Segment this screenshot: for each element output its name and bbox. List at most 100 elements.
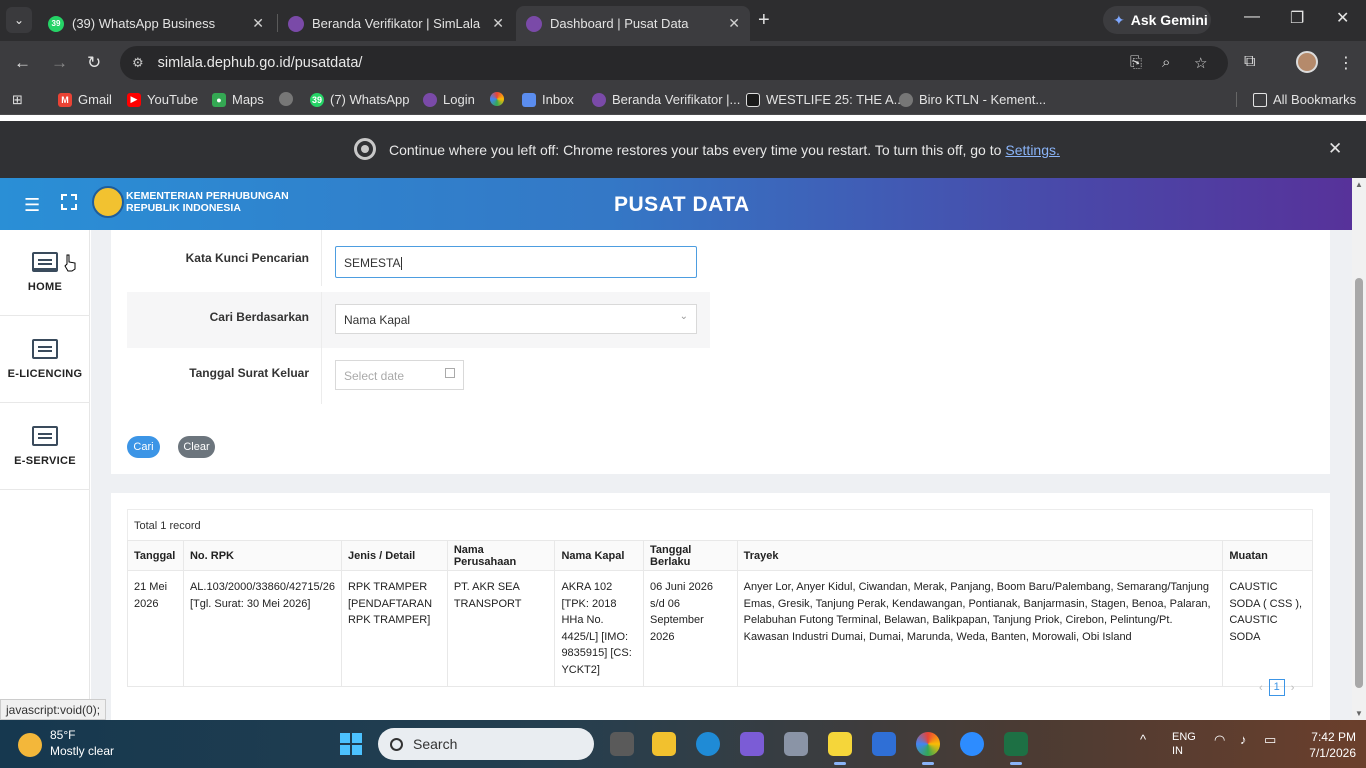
chevron-left-icon[interactable]: ‹ [1259, 682, 1263, 694]
weather-icon [18, 733, 42, 757]
task-view-icon[interactable] [610, 732, 634, 756]
column-header[interactable]: Muatan [1222, 540, 1313, 571]
ministry-name: KEMENTERIAN PERHUBUNGAN REPUBLIK INDONES… [126, 190, 289, 214]
tab-search-button[interactable]: ⌄ [6, 7, 32, 33]
keyword-input[interactable]: SEMESTA [335, 246, 697, 278]
column-header[interactable]: Trayek [736, 540, 1224, 571]
extensions-icon[interactable]: ⧉ [1244, 53, 1255, 71]
wifi-icon[interactable]: ◠ [1214, 732, 1225, 748]
column-header[interactable]: Nama Kapal [554, 540, 645, 571]
zoom-app-icon[interactable] [960, 732, 984, 756]
bookmark-westlife[interactable]: WESTLIFE 25: THE A... [746, 92, 904, 107]
column-header[interactable]: Nama Perusahaan [446, 540, 556, 571]
tab-pusat-data[interactable]: Dashboard | Pusat Data ✕ [516, 6, 750, 41]
address-bar[interactable]: ⚙ simlala.dephub.go.id/pusatdata/ ⎘ ⌕ ☆ [120, 46, 1228, 80]
settings-link[interactable]: Settings. [1005, 142, 1059, 158]
forward-icon[interactable]: → [51, 53, 68, 73]
app-icon[interactable] [740, 732, 764, 756]
battery-icon[interactable]: ▭ [1264, 732, 1276, 748]
lang-secondary: IN [1172, 745, 1183, 757]
sidebar-item-home[interactable]: HOME [0, 230, 90, 316]
sidebar-item-e-licencing[interactable]: E-LICENCING [0, 317, 90, 403]
language-indicator[interactable]: ENG IN [1172, 730, 1196, 758]
vertical-scrollbar[interactable]: ▲ ▼ [1352, 178, 1366, 720]
bookmark-youtube[interactable]: ▶ YouTube [127, 92, 198, 107]
column-header[interactable]: No. RPK [182, 540, 342, 571]
search-button[interactable]: Cari [127, 436, 160, 458]
edge-icon[interactable] [696, 732, 720, 756]
bookmark-login[interactable]: Login [423, 92, 475, 107]
ask-gemini-button[interactable]: ✦ Ask Gemini [1103, 6, 1211, 34]
searchby-select[interactable]: Nama Kapal ⌄ [335, 304, 697, 334]
back-icon[interactable]: ← [14, 53, 31, 73]
bookmark-star-icon[interactable]: ☆ [1194, 54, 1207, 72]
site-info-icon[interactable]: ⚙ [132, 55, 144, 71]
close-icon[interactable]: ✕ [728, 15, 740, 32]
chevron-right-icon[interactable]: › [1291, 682, 1295, 694]
bookmark-inbox[interactable]: Inbox [522, 92, 574, 107]
minimize-icon[interactable]: — [1244, 8, 1260, 26]
browser-toolbar: ← → ↻ ⚙ simlala.dephub.go.id/pusatdata/ … [0, 41, 1366, 85]
hamburger-icon[interactable]: ☰ [24, 195, 40, 216]
bookmark-photos[interactable] [490, 92, 510, 106]
divider [321, 348, 322, 404]
column-header[interactable]: Tanggal Berlaku [643, 540, 738, 571]
weather-text: Mostly clear [50, 744, 115, 758]
document-icon [32, 339, 58, 359]
bookmark-whatsapp[interactable]: 39 (7) WhatsApp [310, 92, 409, 107]
youtube-icon: ▶ [127, 92, 141, 107]
column-header[interactable]: Jenis / Detail [340, 540, 448, 571]
sticky-notes-icon[interactable] [828, 732, 852, 765]
windows-start-icon[interactable] [340, 733, 362, 755]
clear-button[interactable]: Clear [178, 436, 215, 458]
bookmarks-bar: ⊞ M Gmail ▶ YouTube ● Maps 39 (7) WhatsApp L… [0, 85, 1366, 115]
column-header[interactable]: Tanggal [127, 540, 184, 571]
weather-widget[interactable]: 85°F Mostly clear [18, 727, 114, 759]
clock[interactable]: 7:42 PM 7/1/2026 [1300, 729, 1356, 761]
all-bookmarks[interactable]: All Bookmarks [1236, 92, 1356, 107]
restore-icon[interactable]: ❐ [1290, 8, 1304, 28]
apps-icon[interactable]: ⊞ [12, 92, 23, 108]
scroll-down-icon[interactable]: ▼ [1355, 709, 1363, 718]
volume-icon[interactable]: ♪ [1240, 732, 1247, 747]
sidebar-item-e-service[interactable]: E-SERVICE [0, 404, 90, 490]
taskbar-search[interactable]: Search [378, 728, 594, 760]
chrome-icon[interactable] [916, 732, 940, 765]
new-tab-icon[interactable]: + [758, 9, 770, 32]
maps-icon: ● [212, 92, 226, 107]
install-app-icon[interactable]: ⎘ [1130, 54, 1142, 71]
camera-icon[interactable] [784, 732, 808, 756]
bookmark-biro-ktln[interactable]: Biro KTLN - Kement... [899, 92, 1046, 107]
tab-whatsapp[interactable]: 39 (39) WhatsApp Business ✕ [38, 6, 274, 41]
bookmark-globe[interactable] [279, 92, 299, 106]
menu-icon[interactable]: ⋮ [1338, 53, 1354, 73]
date-input[interactable]: Select date [335, 360, 464, 390]
bookmark-gmail[interactable]: M Gmail [58, 92, 112, 107]
site-icon [592, 92, 606, 107]
window-close-icon[interactable]: ✕ [1336, 8, 1349, 28]
infobar-text: Continue where you left off: Chrome rest… [389, 142, 1002, 158]
bookmark-maps[interactable]: ● Maps [212, 92, 264, 107]
excel-icon[interactable] [1004, 732, 1028, 765]
close-icon[interactable]: ✕ [1328, 139, 1342, 159]
close-icon[interactable]: ✕ [252, 15, 264, 32]
tray-chevron-icon[interactable]: ^ [1140, 732, 1146, 747]
bookmark-beranda[interactable]: Beranda Verifikator |... [592, 92, 740, 107]
divider [321, 230, 322, 286]
taskbar: 85°F Mostly clear Search ^ ENG IN ◠ ♪ ▭ … [0, 720, 1366, 768]
zoom-icon[interactable]: ⌕ [1162, 54, 1170, 71]
url-text[interactable]: simlala.dephub.go.id/pusatdata/ [158, 55, 363, 71]
fullscreen-icon[interactable] [61, 194, 77, 210]
file-explorer-icon[interactable] [652, 732, 676, 756]
divider [321, 292, 322, 348]
search-card: Kata Kunci Pencarian SEMESTA Cari Berdas… [111, 230, 1330, 474]
ministry-logo [92, 186, 124, 218]
remote-desktop-icon[interactable] [872, 732, 896, 756]
tab-simlala[interactable]: Beranda Verifikator | SimLala ✕ [278, 6, 514, 41]
scroll-up-icon[interactable]: ▲ [1355, 180, 1363, 189]
profile-avatar[interactable] [1296, 51, 1318, 73]
scroll-thumb[interactable] [1355, 278, 1363, 688]
page-button[interactable]: 1 [1268, 679, 1285, 696]
reload-icon[interactable]: ↻ [87, 53, 101, 73]
close-icon[interactable]: ✕ [492, 15, 504, 32]
